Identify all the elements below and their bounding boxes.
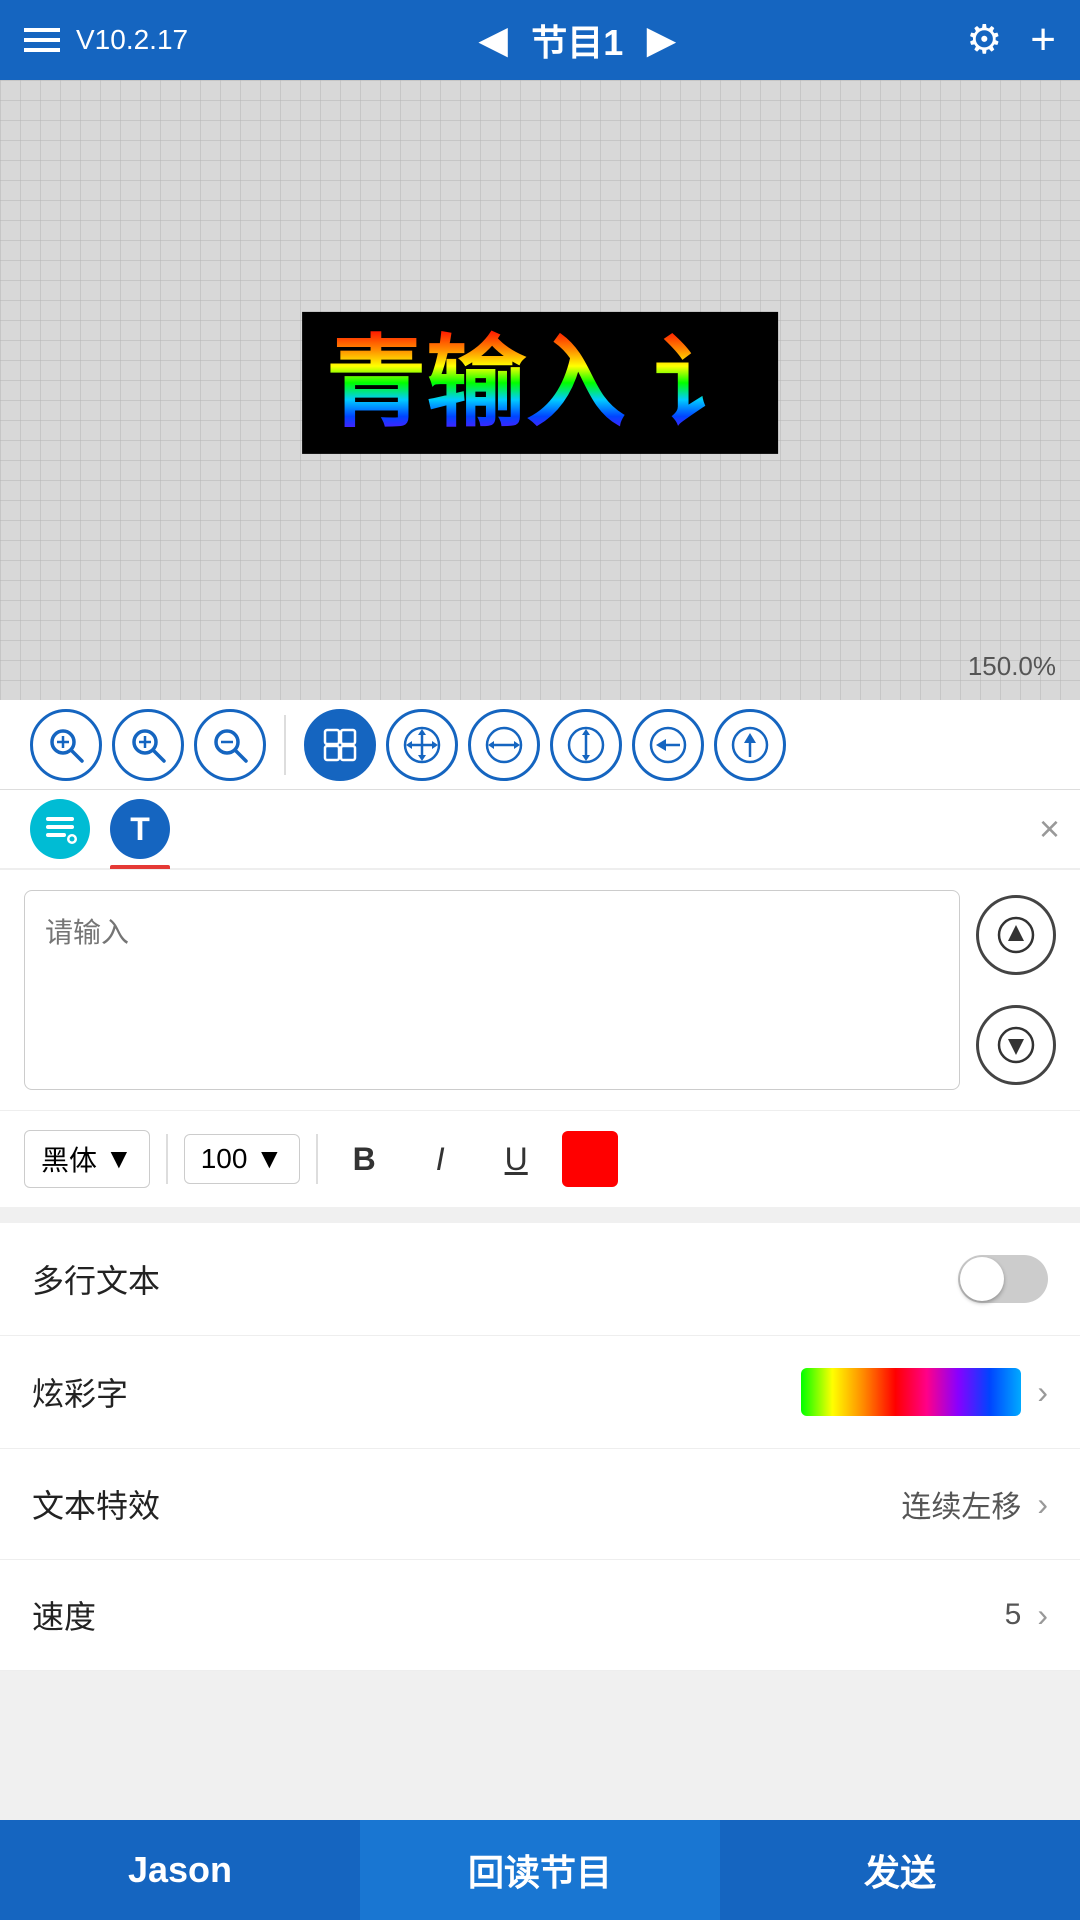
speed-right: 5 › — [1005, 1597, 1048, 1634]
next-program-button[interactable]: ▶ — [647, 19, 675, 61]
font-family-select[interactable]: 黑体 ▼ — [24, 1130, 150, 1188]
led-text: 青输入 讠 — [326, 327, 754, 439]
speed-chevron-icon: › — [1037, 1597, 1048, 1634]
multiline-label: 多行文本 — [32, 1256, 160, 1302]
zoom-search-button[interactable] — [30, 709, 102, 781]
canvas-content: 青输入 讠 — [302, 312, 778, 454]
text-side-buttons — [976, 890, 1056, 1090]
move-button[interactable] — [386, 709, 458, 781]
top-bar: V10.2.17 ◀ 节目1 ▶ ⚙ + — [0, 0, 1080, 80]
zoom-in-button[interactable] — [112, 709, 184, 781]
multiline-row: 多行文本 — [0, 1223, 1080, 1336]
tabs-row: T × — [0, 790, 1080, 870]
format-divider-1 — [166, 1134, 168, 1184]
settings-icon[interactable]: ⚙ — [966, 17, 1002, 63]
tab-text-icon: T — [110, 799, 170, 859]
speed-label: 速度 — [32, 1592, 96, 1638]
zoom-label: 150.0% — [968, 651, 1056, 682]
led-display: 青输入 讠 — [302, 312, 778, 454]
color-picker-button[interactable] — [562, 1131, 618, 1187]
settings-section: 多行文本 炫彩字 › 文本特效 连续左移 › 速度 5 › — [0, 1223, 1080, 1671]
rainbow-label: 炫彩字 — [32, 1369, 128, 1415]
arrow-left-button[interactable] — [632, 709, 704, 781]
text-effect-value: 连续左移 — [901, 1482, 1021, 1526]
font-size-chevron: ▼ — [255, 1143, 283, 1175]
top-bar-center: ◀ 节目1 ▶ — [480, 14, 675, 66]
stretch-vertical-button[interactable] — [550, 709, 622, 781]
speed-value: 5 — [1005, 1598, 1022, 1632]
read-program-button[interactable]: 回读节目 — [360, 1820, 720, 1920]
text-arrow-up-button[interactable] — [976, 895, 1056, 975]
hamburger-menu-icon[interactable] — [24, 28, 60, 52]
rainbow-right: › — [801, 1368, 1048, 1416]
font-family-chevron: ▼ — [105, 1143, 133, 1175]
text-effect-right: 连续左移 › — [901, 1482, 1048, 1526]
bottom-bar: Jason 回读节目 发送 — [0, 1820, 1080, 1920]
text-effect-chevron-icon: › — [1037, 1486, 1048, 1523]
multiline-toggle[interactable] — [958, 1255, 1048, 1303]
text-arrow-down-button[interactable] — [976, 1005, 1056, 1085]
fit-all-button[interactable] — [304, 709, 376, 781]
top-bar-left: V10.2.17 — [24, 24, 188, 56]
zoom-out-button[interactable] — [194, 709, 266, 781]
top-bar-right: ⚙ + — [966, 15, 1056, 65]
text-input-section — [0, 870, 1080, 1110]
toggle-knob — [960, 1257, 1004, 1301]
underline-button[interactable]: U — [486, 1129, 546, 1189]
tab-settings-icon — [30, 799, 90, 859]
program-title: 节目1 — [531, 14, 623, 66]
zoom-group — [20, 709, 276, 781]
tab-settings[interactable] — [20, 789, 100, 869]
italic-button[interactable]: I — [410, 1129, 470, 1189]
format-bar: 黑体 ▼ 100 ▼ B I U — [0, 1110, 1080, 1207]
jason-button[interactable]: Jason — [0, 1820, 360, 1920]
stretch-horizontal-button[interactable] — [468, 709, 540, 781]
add-icon[interactable]: + — [1030, 15, 1056, 65]
toolbar-row — [0, 700, 1080, 790]
text-effect-label: 文本特效 — [32, 1481, 160, 1527]
font-size-label: 100 — [201, 1143, 248, 1175]
toolbar-divider — [284, 715, 286, 775]
rainbow-row[interactable]: 炫彩字 › — [0, 1336, 1080, 1449]
format-divider-2 — [316, 1134, 318, 1184]
speed-row[interactable]: 速度 5 › — [0, 1560, 1080, 1671]
canvas-area: 青输入 讠 150.0% — [0, 80, 1080, 700]
tab-text[interactable]: T — [100, 789, 180, 869]
text-effect-row[interactable]: 文本特效 连续左移 › — [0, 1449, 1080, 1560]
bold-button[interactable]: B — [334, 1129, 394, 1189]
font-family-label: 黑体 — [41, 1139, 97, 1179]
rainbow-chevron-icon: › — [1037, 1374, 1048, 1411]
version-label: V10.2.17 — [76, 24, 188, 56]
text-input[interactable] — [24, 890, 960, 1090]
send-button[interactable]: 发送 — [720, 1820, 1080, 1920]
multiline-right — [958, 1255, 1048, 1303]
arrow-up-button[interactable] — [714, 709, 786, 781]
rainbow-preview — [801, 1368, 1021, 1416]
move-group — [294, 709, 796, 781]
tab-close-button[interactable]: × — [1039, 808, 1060, 850]
font-size-select[interactable]: 100 ▼ — [184, 1134, 300, 1184]
prev-program-button[interactable]: ◀ — [480, 19, 508, 61]
